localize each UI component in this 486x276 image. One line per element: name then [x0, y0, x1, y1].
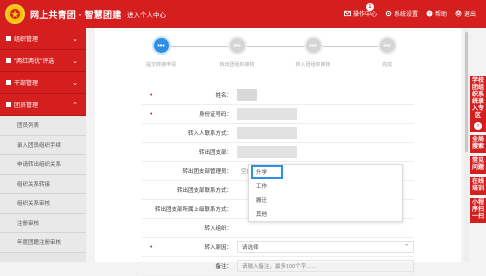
chevron-down-icon: ⌄ — [72, 36, 78, 43]
sidebar-group-label: 干部管理 — [14, 81, 39, 87]
help-icon: ? — [426, 10, 433, 17]
sidebar-item[interactable]: 组织关系转接 — [0, 174, 86, 194]
id-number-value — [237, 108, 414, 120]
step-label: 提交转接申请 — [145, 62, 176, 68]
form-row-out-branch: 转出团支部： — [142, 143, 414, 162]
form-row-id: • 身份证号码： — [142, 105, 414, 124]
step-complete: ••• 完成 — [357, 36, 417, 68]
notification-badge: 1 — [365, 3, 374, 11]
scrollbar[interactable] — [464, 28, 469, 262]
field-label: 转入人联系方式： — [187, 131, 232, 137]
grid-icon — [6, 80, 11, 85]
name-value — [237, 89, 414, 101]
form-row-reason: • 转入原因： 请选择 ⌃ — [142, 238, 414, 257]
field-label: 转出团支部： — [198, 150, 232, 156]
grid-icon — [6, 36, 11, 41]
mini-program-button[interactable]: 小程序扫一扫 — [470, 198, 486, 223]
required-mark: • — [150, 110, 153, 118]
sidebar-item[interactable]: 年度团籍注册审核 — [0, 233, 86, 253]
step-incoming-review: ••• 转入团组织审核 — [283, 36, 343, 68]
field-label: 备注： — [215, 264, 232, 270]
dropdown-option-other[interactable]: 其他 — [249, 207, 402, 221]
sidebar-group-label: "两红两优"评选 — [14, 59, 55, 65]
field-label: 姓名： — [215, 93, 232, 99]
step-dot-icon: ••• — [151, 36, 171, 55]
personal-center-link[interactable]: 进入个人中心 — [127, 9, 166, 19]
system-settings-button[interactable]: 系统设置 — [385, 9, 418, 18]
sidebar-group-label: 团员管理 — [14, 103, 39, 109]
school-entry-button[interactable]: 学校团组织系统录入专区 › — [470, 76, 486, 132]
step-label: 转入团组织审核 — [295, 62, 331, 68]
mail-icon — [343, 10, 351, 17]
dropdown-option-work[interactable]: 工作 — [249, 179, 402, 193]
sidebar-group-members[interactable]: 团员管理 ⌃ — [0, 94, 86, 116]
step-label: 转出团组织审核 — [219, 62, 255, 68]
step-outgoing-review: ••• 转出团组织审核 — [207, 36, 267, 68]
main-panel: ••• 提交转接申请 ••• 转出团组织审核 ••• 转入团组织审核 ••• 完… — [95, 28, 461, 276]
form-row-contact: 转入人联系方式： — [142, 124, 414, 143]
chevron-up-icon: ⌃ — [72, 102, 78, 109]
operation-center-label: 操作中心 — [352, 12, 377, 18]
field-label: 转入原因： — [204, 245, 232, 251]
sidebar-item[interactable]: 注册审核 — [0, 213, 86, 233]
grid-icon — [6, 102, 11, 107]
sidebar-group-cadres[interactable]: 干部管理 ⌄ — [0, 72, 86, 94]
sidebar-item[interactable]: 团员列表 — [0, 116, 86, 136]
logout-button[interactable]: 退出 — [455, 9, 476, 18]
sidebar-group-org[interactable]: 组织管理 ⌄ — [0, 28, 86, 50]
grid-icon — [6, 58, 11, 63]
chevron-up-icon: ⌃ — [404, 244, 409, 250]
sidebar-item[interactable]: 录入团员组织手续 — [0, 135, 86, 155]
gear-icon — [385, 10, 392, 17]
step-dot-icon: ••• — [303, 36, 323, 55]
step-submit: ••• 提交转接申请 — [131, 36, 191, 68]
in-org-value — [237, 222, 414, 234]
school-entry-label: 学校团组织系统录入专区 — [471, 78, 484, 119]
form-row-remark: 备注： 请输入备注，最多100个字…… — [142, 257, 414, 276]
right-float-bar: 学校团组织系统录入专区 › 全局搜索 常见问题 在线培训 小程序扫一扫 — [470, 76, 486, 226]
contact-value — [237, 127, 414, 139]
power-icon — [455, 10, 462, 17]
step-label: 完成 — [381, 62, 392, 68]
site-brand: 网上共青团 · 智慧团建 — [30, 10, 122, 20]
system-settings-label: 系统设置 — [393, 12, 418, 18]
step-dot-icon: ••• — [227, 36, 247, 55]
youth-league-logo — [5, 4, 25, 24]
chevron-down-icon: ⌄ — [72, 58, 78, 65]
arrow-right-icon: › — [474, 122, 482, 130]
online-training-button[interactable]: 在线培训 — [470, 177, 486, 195]
out-branch-value — [237, 146, 414, 158]
required-mark: • — [150, 91, 153, 99]
field-label: 身份证号码： — [198, 112, 232, 118]
chevron-down-icon: ⌄ — [72, 80, 78, 87]
sidebar-group-awards[interactable]: "两红两优"评选 ⌄ — [0, 50, 86, 72]
reason-select[interactable]: 请选择 ⌃ — [237, 241, 414, 253]
sidebar-group-label: 组织管理 — [14, 37, 39, 43]
reason-dropdown: 升学 工作 搬迁 其他 — [248, 164, 403, 222]
field-label: 转出团支部联系方式： — [176, 188, 232, 194]
step-dot-icon: ••• — [377, 36, 397, 55]
field-label: 转入组织： — [204, 226, 232, 232]
help-label: 帮助 — [434, 12, 447, 18]
required-mark: • — [150, 243, 153, 251]
field-label: 转出团支部所属上级联系方式： — [154, 207, 232, 213]
sidebar: 组织管理 ⌄ "两红两优"评选 ⌄ 干部管理 ⌄ 团员管理 ⌃ 团员列表 录入团… — [0, 28, 86, 262]
scrollbar-thumb[interactable] — [465, 32, 468, 152]
dropdown-option-move[interactable]: 搬迁 — [249, 193, 402, 207]
global-search-button[interactable]: 全局搜索 — [470, 135, 486, 153]
sidebar-item[interactable]: 申请转出组织关系 — [0, 155, 86, 175]
progress-steps: ••• 提交转接申请 ••• 转出团组织审核 ••• 转入团组织审核 ••• 完… — [95, 36, 461, 76]
form-row-name: • 姓名： — [142, 86, 414, 105]
reason-select-value: 请选择 — [242, 245, 259, 251]
logout-label: 退出 — [463, 12, 476, 18]
faq-button[interactable]: 常见问题 — [470, 156, 486, 174]
field-label: 转出团支部管理员： — [182, 169, 232, 175]
operation-center-button[interactable]: 操作中心 1 — [343, 3, 377, 18]
help-button[interactable]: ? 帮助 — [426, 9, 447, 18]
sidebar-item[interactable]: 组织关系审核 — [0, 194, 86, 214]
top-header: 网上共青团 · 智慧团建 进入个人中心 操作中心 1 系统设置 ? 帮助 退出 — [0, 0, 486, 28]
dropdown-option-study[interactable]: 升学 — [251, 165, 283, 179]
